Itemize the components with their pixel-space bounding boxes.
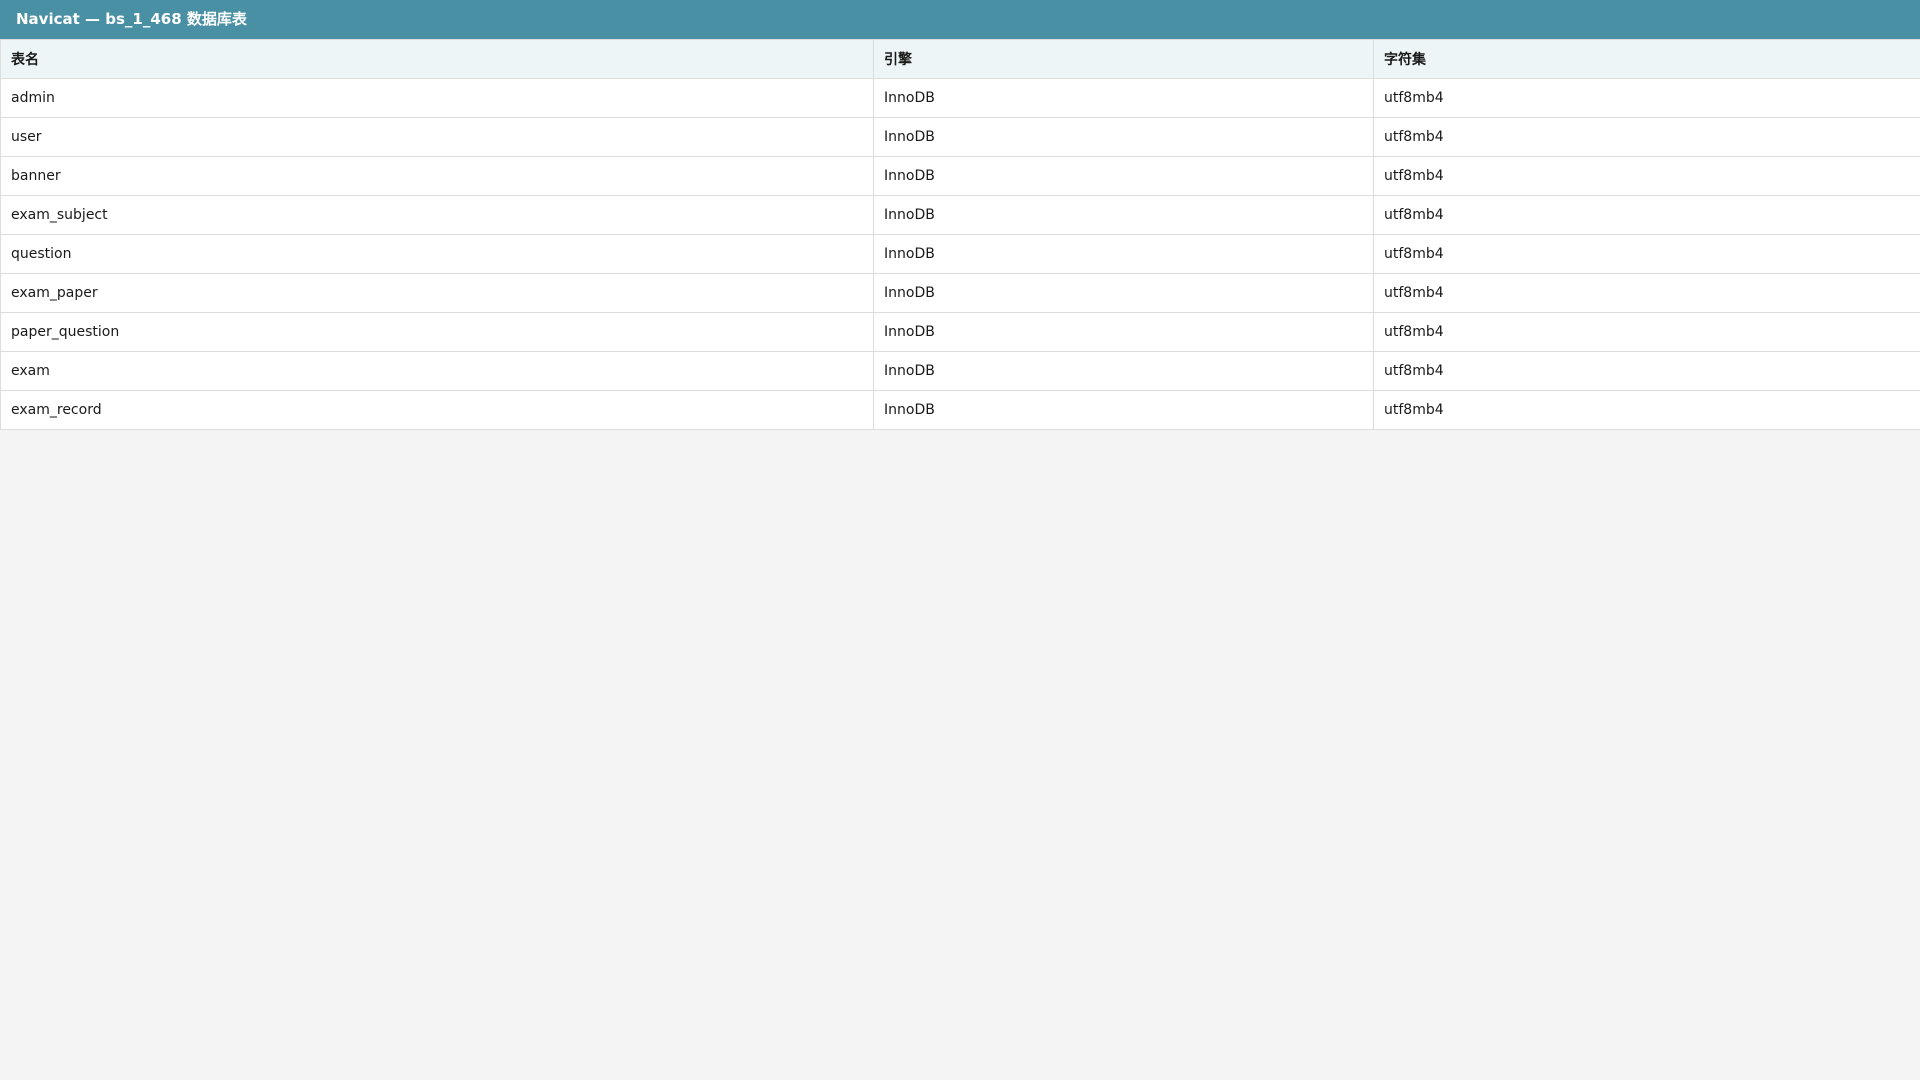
cell-engine[interactable]: InnoDB (873, 312, 1374, 352)
column-header-charset[interactable]: 字符集 (1373, 39, 1920, 79)
cell-engine[interactable]: InnoDB (873, 195, 1374, 235)
grid-body: admin InnoDB utf8mb4 user InnoDB utf8mb4… (0, 78, 1920, 430)
cell-charset[interactable]: utf8mb4 (1373, 195, 1920, 235)
cell-engine[interactable]: InnoDB (873, 390, 1374, 430)
column-header-table-name[interactable]: 表名 (0, 39, 874, 79)
cell-charset[interactable]: utf8mb4 (1373, 390, 1920, 430)
table-row[interactable]: question InnoDB utf8mb4 (0, 234, 1920, 274)
cell-engine[interactable]: InnoDB (873, 156, 1374, 196)
cell-charset[interactable]: utf8mb4 (1373, 117, 1920, 157)
table-row[interactable]: user InnoDB utf8mb4 (0, 117, 1920, 157)
table-row[interactable]: exam_record InnoDB utf8mb4 (0, 390, 1920, 430)
cell-table-name[interactable]: user (0, 117, 874, 157)
cell-engine[interactable]: InnoDB (873, 117, 1374, 157)
cell-charset[interactable]: utf8mb4 (1373, 234, 1920, 274)
tables-grid: 表名 引擎 字符集 admin InnoDB utf8mb4 user Inno… (0, 39, 1920, 430)
cell-engine[interactable]: InnoDB (873, 273, 1374, 313)
app-window: Navicat — bs_1_468 数据库表 表名 引擎 字符集 admin … (0, 0, 1920, 1080)
table-row[interactable]: paper_question InnoDB utf8mb4 (0, 312, 1920, 352)
cell-charset[interactable]: utf8mb4 (1373, 78, 1920, 118)
cell-charset[interactable]: utf8mb4 (1373, 312, 1920, 352)
cell-table-name[interactable]: exam_subject (0, 195, 874, 235)
table-row[interactable]: exam_subject InnoDB utf8mb4 (0, 195, 1920, 235)
table-row[interactable]: banner InnoDB utf8mb4 (0, 156, 1920, 196)
grid-header: 表名 引擎 字符集 (0, 39, 1920, 79)
cell-table-name[interactable]: exam_record (0, 390, 874, 430)
table-row[interactable]: exam InnoDB utf8mb4 (0, 351, 1920, 391)
cell-engine[interactable]: InnoDB (873, 234, 1374, 274)
cell-table-name[interactable]: paper_question (0, 312, 874, 352)
cell-charset[interactable]: utf8mb4 (1373, 351, 1920, 391)
table-row[interactable]: admin InnoDB utf8mb4 (0, 78, 1920, 118)
cell-table-name[interactable]: question (0, 234, 874, 274)
cell-table-name[interactable]: banner (0, 156, 874, 196)
cell-charset[interactable]: utf8mb4 (1373, 273, 1920, 313)
cell-table-name[interactable]: admin (0, 78, 874, 118)
cell-table-name[interactable]: exam (0, 351, 874, 391)
cell-engine[interactable]: InnoDB (873, 351, 1374, 391)
cell-charset[interactable]: utf8mb4 (1373, 156, 1920, 196)
cell-engine[interactable]: InnoDB (873, 78, 1374, 118)
cell-table-name[interactable]: exam_paper (0, 273, 874, 313)
header-row: 表名 引擎 字符集 (0, 39, 1920, 79)
table-row[interactable]: exam_paper InnoDB utf8mb4 (0, 273, 1920, 313)
window-title: Navicat — bs_1_468 数据库表 (0, 0, 1920, 39)
column-header-engine[interactable]: 引擎 (873, 39, 1374, 79)
